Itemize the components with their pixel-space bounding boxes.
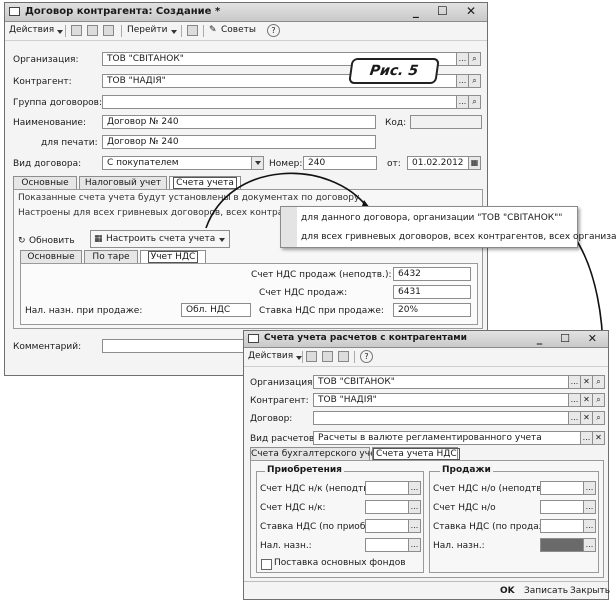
tab-accounting-label: Счета бухгалтерского учета [251,449,387,459]
settlement-type-label: Вид расчетов: [250,434,318,444]
help-icon[interactable]: ? [360,350,373,363]
purchases-group: Приобретения Счет НДС н/к (неподтв.): ..… [256,465,424,573]
menu-left-strip [281,207,297,247]
sales-rate-field[interactable] [540,519,584,533]
purchase-row-label: Нал. назн.: [260,541,312,551]
contract-label-2: Договор: [250,414,293,424]
sales-tax-purpose-field[interactable] [540,538,584,552]
window-controls-2[interactable]: _ ☐ ✕ [537,332,604,345]
fixed-assets-checkbox[interactable] [261,559,272,570]
sales-tax-purpose-select[interactable]: ... [583,538,596,552]
purchase-vat-unconfirmed-select[interactable]: ... [408,481,421,495]
ok-button[interactable]: OK [500,586,515,596]
sales-vat-select[interactable]: ... [583,500,596,514]
counterparty-field-2[interactable]: ТОВ "НАДІЯ" [313,393,569,407]
accounts-settlement-window: Счета учета расчетов с контрагентами _ ☐… [243,330,610,600]
counterparty-label-2: Контрагент: [250,396,309,406]
purchase-vat-unconfirmed-field[interactable] [365,481,409,495]
purchase-row-label: Счет НДС н/к: [260,503,326,513]
footer-divider [244,581,608,582]
sales-rate-select[interactable]: ... [583,519,596,533]
sales-group: Продажи Счет НДС н/о (неподтв.): ... Сче… [429,465,599,573]
purchase-vat-select[interactable]: ... [408,500,421,514]
menu-item-all-contracts[interactable]: для всех гривневых договоров, всех контр… [301,232,616,242]
vat-accounts-panel: Приобретения Счет НДС н/к (неподтв.): ..… [250,460,604,578]
table-icon[interactable] [322,351,333,362]
sales-row-label: Нал. назн.: [433,541,485,551]
counterparty-search-icon-2[interactable]: ⌕ [592,393,605,407]
purchase-rate-field[interactable] [365,519,409,533]
settlement-type-clear-icon[interactable]: ✕ [592,431,605,445]
settlement-type-field[interactable]: Расчеты в валюте регламентированного уче… [313,431,581,445]
fixed-assets-label: Поставка основных фондов [274,558,406,568]
title-bar-2[interactable]: Счета учета расчетов с контрагентами _ ☐… [244,331,608,348]
sales-vat-unconfirmed-select[interactable]: ... [583,481,596,495]
window-app-icon [248,334,259,343]
sales-title: Продажи [440,465,493,475]
sales-vat-field[interactable] [540,500,584,514]
close-button[interactable]: Закрыть [570,586,610,596]
save-icon[interactable] [306,351,317,362]
window-title-2: Счета учета расчетов с контрагентами [264,333,467,343]
toolbar-2: Действия ? [244,348,608,367]
setup-accounts-menu: для данного договора, организации "ТОВ "… [280,206,616,248]
tab-accounting-accounts[interactable]: Счета бухгалтерского учета [250,447,386,461]
menu-item-this-contract[interactable]: для данного договора, организации "ТОВ "… [301,213,562,223]
tab-vat-accounts-label: Счета учета НДС [373,448,460,460]
actions-menu-button-2[interactable]: Действия [248,351,293,361]
sales-row-label: Счет НДС н/о (неподтв.): [433,484,551,494]
organization-field-2[interactable]: ТОВ "СВІТАНОК" [313,375,569,389]
purchase-row-label: Счет НДС н/к (неподтв.): [260,484,378,494]
contract-field-2[interactable] [313,411,569,425]
purchase-tax-purpose-select[interactable]: ... [408,538,421,552]
tab-vat-accounts[interactable]: Счета учета НДС [372,447,460,461]
purchase-vat-field[interactable] [365,500,409,514]
contract-search-icon-2[interactable]: ⌕ [592,411,605,425]
purchase-rate-select[interactable]: ... [408,519,421,533]
toolbar-separator [302,351,303,363]
sales-vat-unconfirmed-field[interactable] [540,481,584,495]
organization-label-2: Организация: [250,378,316,388]
document-icon[interactable] [338,351,349,362]
purchase-tax-purpose-field[interactable] [365,538,409,552]
purchases-title: Приобретения [265,465,344,475]
sales-row-label: Счет НДС н/о [433,503,496,513]
save-button[interactable]: Записать [524,586,568,596]
organization-search-icon-2[interactable]: ⌕ [592,375,605,389]
toolbar-separator [354,351,355,363]
